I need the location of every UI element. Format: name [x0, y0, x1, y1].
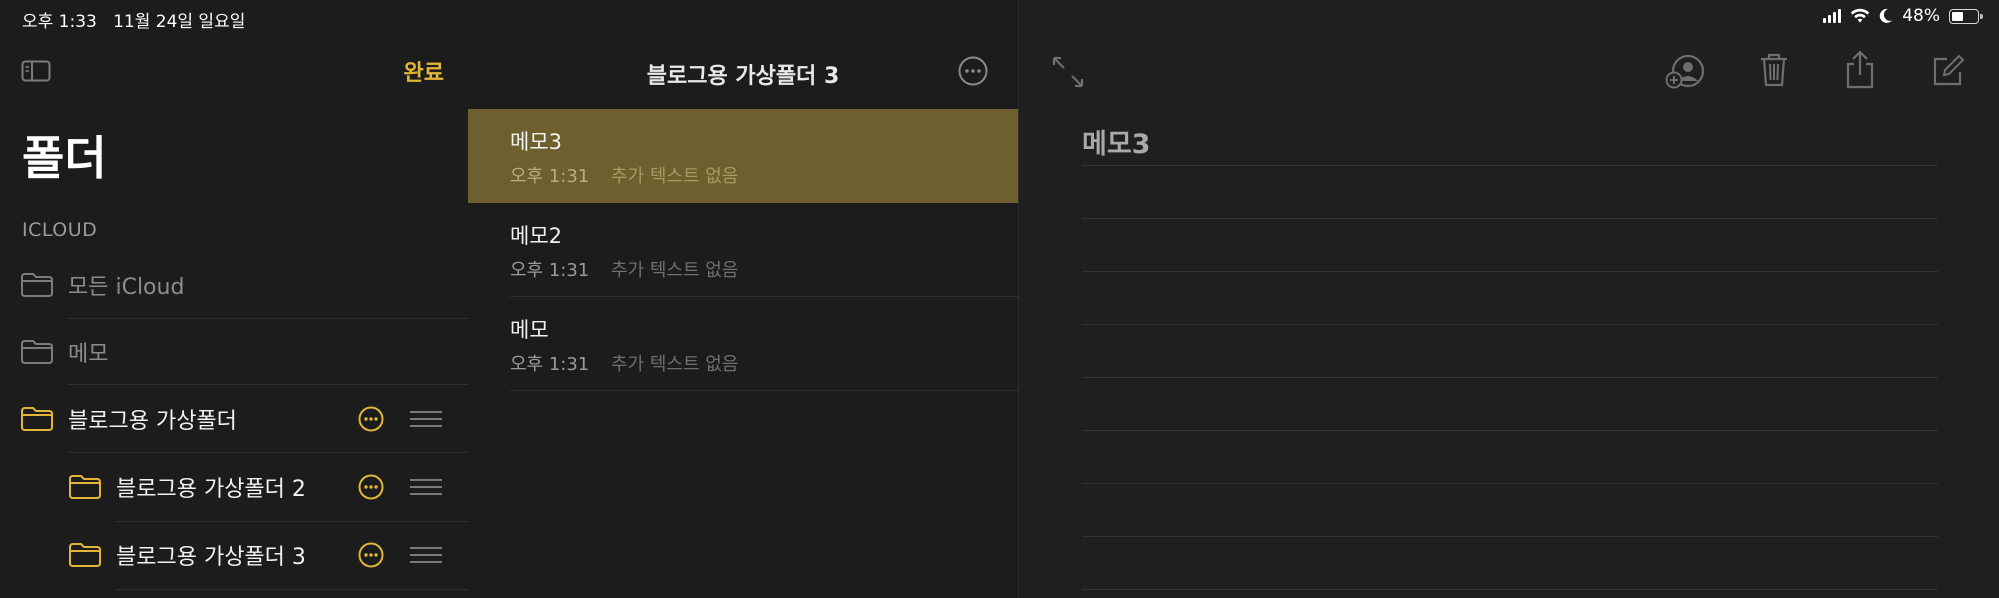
reorder-handle-icon[interactable] [410, 410, 442, 428]
ruled-line [1082, 430, 1938, 431]
note-snippet: 추가 텍스트 없음 [611, 354, 739, 375]
note-time: 오후 1:31 [510, 166, 590, 187]
folder-row-blog-virtual-folder[interactable]: 블로그용 가상폴더 [20, 386, 468, 452]
note-title: 메모3 [510, 130, 563, 154]
moon-icon [1879, 8, 1893, 23]
folder-row-blog-virtual-folder-2[interactable]: 블로그용 가상폴더 2 [68, 454, 468, 520]
note-list-pane: 블로그용 가상폴더 3 메모3 오후 1:31 추가 텍스트 없음 메모2 오후… [468, 0, 1019, 598]
ruled-line [1082, 589, 1938, 590]
folder-icon [21, 273, 53, 297]
divider [510, 390, 1018, 391]
note-title[interactable]: 메모3 [1082, 122, 1150, 161]
section-header-icloud: ICLOUD [22, 219, 98, 241]
status-bar: 오후 1:33 11월 24일 일요일 48% [0, 0, 1999, 34]
ruled-line [1082, 165, 1938, 166]
share-icon[interactable] [1845, 50, 1875, 90]
folder-row-memo[interactable]: 메모 [20, 319, 468, 385]
folders-sidebar: 완료 폴더 ICLOUD 모든 iCloud 메모 블로그용 가상폴더 블로그용… [0, 0, 469, 598]
folder-icon [21, 340, 53, 364]
battery-level [1952, 11, 1964, 21]
reorder-handle-icon[interactable] [410, 546, 442, 564]
folder-label: 블로그용 가상폴더 2 [116, 477, 306, 502]
divider [68, 452, 468, 453]
folder-row-blog-virtual-folder-3[interactable]: 블로그용 가상폴더 3 [68, 522, 468, 588]
folder-label: 메모 [68, 342, 109, 367]
wifi-icon [1851, 8, 1870, 23]
trash-icon[interactable] [1759, 52, 1789, 88]
folder-label: 블로그용 가상폴더 3 [116, 545, 306, 570]
list-title: 블로그용 가상폴더 3 [646, 64, 840, 89]
note-row-memo3[interactable]: 메모3 오후 1:31 추가 텍스트 없음 [468, 109, 1018, 203]
expand-icon[interactable] [1051, 55, 1085, 89]
note-row-memo[interactable]: 메모 오후 1:31 추가 텍스트 없음 [468, 297, 1018, 391]
divider [68, 384, 468, 385]
done-button[interactable]: 완료 [404, 55, 444, 87]
status-indicators: 48% [1823, 6, 1983, 26]
note-snippet: 추가 텍스트 없음 [611, 260, 739, 281]
ruled-line [1082, 218, 1938, 219]
cellular-signal-icon [1823, 9, 1842, 23]
note-snippet: 추가 텍스트 없음 [611, 166, 739, 187]
collaborate-icon[interactable] [1665, 53, 1705, 89]
folder-icon [69, 543, 101, 567]
note-title: 메모 [510, 318, 549, 342]
folder-icon [21, 407, 53, 431]
ruled-line [1082, 271, 1938, 272]
folder-label: 모든 iCloud [68, 275, 185, 300]
note-detail-pane: 메모3 [1019, 0, 1999, 598]
more-options-icon[interactable] [358, 542, 384, 568]
sidebar-icon [21, 60, 51, 82]
ruled-line [1082, 483, 1938, 484]
status-date: 11월 24일 일요일 [113, 12, 246, 32]
battery-percent: 48% [1902, 6, 1940, 26]
status-datetime: 오후 1:33 11월 24일 일요일 [22, 7, 245, 32]
status-time: 오후 1:33 [22, 12, 97, 32]
ruled-line [1082, 377, 1938, 378]
note-row-memo2[interactable]: 메모2 오후 1:31 추가 텍스트 없음 [468, 203, 1018, 297]
reorder-handle-icon[interactable] [410, 478, 442, 496]
battery-icon [1949, 8, 1983, 24]
note-time: 오후 1:31 [510, 354, 590, 375]
folder-label: 블로그용 가상폴더 [68, 409, 237, 434]
more-options-icon[interactable] [358, 474, 384, 500]
folder-row-all-icloud[interactable]: 모든 iCloud [20, 252, 468, 318]
page-title: 폴더 [22, 131, 107, 185]
sidebar-toggle-button[interactable] [20, 58, 52, 84]
more-options-icon[interactable] [358, 406, 384, 432]
ruled-line [1082, 324, 1938, 325]
divider [116, 589, 468, 590]
note-title: 메모2 [510, 224, 563, 248]
ruled-line [1082, 536, 1938, 537]
more-options-icon[interactable] [958, 56, 988, 86]
folder-icon [69, 475, 101, 499]
note-time: 오후 1:31 [510, 260, 590, 281]
compose-icon[interactable] [1931, 54, 1965, 88]
